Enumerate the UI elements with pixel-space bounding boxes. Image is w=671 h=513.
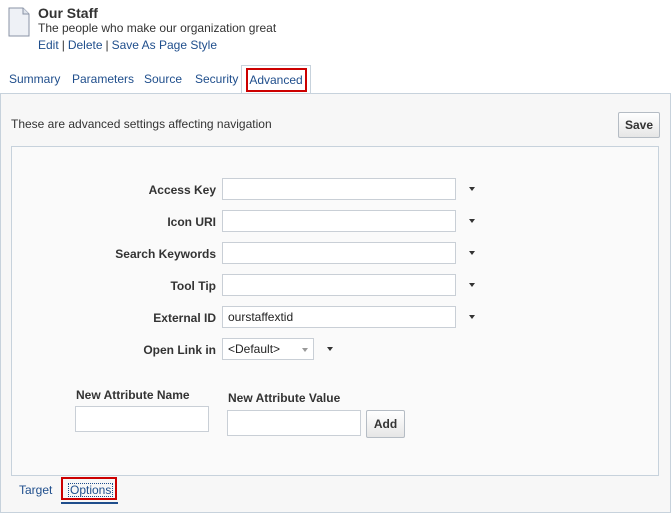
external-id-label: External ID bbox=[153, 311, 216, 325]
tab-parameters[interactable]: Parameters bbox=[72, 72, 134, 86]
delete-link[interactable]: Delete bbox=[68, 38, 103, 52]
search-keywords-label: Search Keywords bbox=[115, 247, 216, 261]
tab-advanced[interactable]: Advanced bbox=[241, 65, 311, 94]
separator: | bbox=[105, 38, 109, 52]
select-arrow-icon bbox=[302, 348, 308, 352]
access-key-input[interactable] bbox=[222, 178, 456, 200]
save-button[interactable]: Save bbox=[618, 112, 660, 138]
tab-options-underline bbox=[61, 502, 118, 504]
open-link-in-label: Open Link in bbox=[143, 343, 216, 357]
new-attribute-name-input[interactable] bbox=[75, 406, 209, 432]
access-key-label: Access Key bbox=[148, 183, 216, 197]
separator: | bbox=[61, 38, 65, 52]
tab-bar: Summary Parameters Source Security Advan… bbox=[0, 65, 671, 94]
panel-description: These are advanced settings affecting na… bbox=[11, 117, 272, 131]
tab-options-label: Options bbox=[68, 483, 114, 497]
open-link-in-select[interactable]: <Default> bbox=[222, 338, 314, 360]
tab-summary[interactable]: Summary bbox=[9, 72, 60, 86]
tool-tip-label: Tool Tip bbox=[170, 279, 216, 293]
external-id-dropdown-icon[interactable] bbox=[469, 315, 475, 319]
tab-advanced-label: Advanced bbox=[249, 73, 303, 87]
icon-uri-input[interactable] bbox=[222, 210, 456, 232]
external-id-input[interactable]: ourstaffextid bbox=[222, 306, 456, 328]
tool-tip-input[interactable] bbox=[222, 274, 456, 296]
add-attribute-button[interactable]: Add bbox=[366, 410, 405, 438]
new-attribute-value-input[interactable] bbox=[227, 410, 361, 436]
search-keywords-input[interactable] bbox=[222, 242, 456, 264]
icon-uri-label: Icon URI bbox=[167, 215, 216, 229]
page-document-icon bbox=[8, 7, 30, 37]
tool-tip-dropdown-icon[interactable] bbox=[469, 283, 475, 287]
page-actions: Edit | Delete | Save As Page Style bbox=[38, 38, 217, 52]
edit-link[interactable]: Edit bbox=[38, 38, 59, 52]
search-keywords-dropdown-icon[interactable] bbox=[469, 251, 475, 255]
page-subtitle: The people who make our organization gre… bbox=[38, 21, 277, 35]
new-attribute-value-label: New Attribute Value bbox=[228, 391, 341, 405]
open-link-in-value: <Default> bbox=[228, 342, 281, 356]
tab-options[interactable]: Options bbox=[61, 477, 117, 500]
tab-source[interactable]: Source bbox=[144, 72, 182, 86]
tab-security[interactable]: Security bbox=[195, 72, 238, 86]
open-link-in-dropdown-icon[interactable] bbox=[327, 347, 333, 351]
page-title: Our Staff bbox=[38, 5, 98, 21]
access-key-dropdown-icon[interactable] bbox=[469, 187, 475, 191]
icon-uri-dropdown-icon[interactable] bbox=[469, 219, 475, 223]
tab-target[interactable]: Target bbox=[19, 483, 52, 497]
save-as-page-style-link[interactable]: Save As Page Style bbox=[112, 38, 217, 52]
new-attribute-name-label: New Attribute Name bbox=[76, 388, 190, 402]
